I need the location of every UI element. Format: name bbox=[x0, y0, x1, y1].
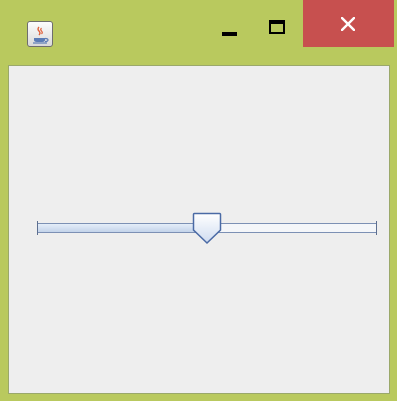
close-button[interactable] bbox=[303, 0, 394, 47]
minimize-icon bbox=[222, 32, 237, 36]
close-icon bbox=[341, 17, 355, 31]
maximize-icon bbox=[269, 20, 285, 34]
slider-track-left-end bbox=[37, 221, 38, 235]
slider-track-right-end bbox=[376, 221, 377, 235]
slider-thumb-pointer-down-icon bbox=[192, 212, 222, 245]
java-app-icon[interactable] bbox=[27, 21, 53, 47]
slider-thumb[interactable] bbox=[192, 212, 222, 245]
content-panel bbox=[8, 65, 390, 394]
maximize-button[interactable] bbox=[254, 0, 300, 47]
minimize-button[interactable] bbox=[208, 0, 252, 47]
title-bar[interactable] bbox=[0, 0, 397, 58]
slider-track-fill bbox=[38, 224, 207, 232]
app-window bbox=[0, 0, 397, 401]
